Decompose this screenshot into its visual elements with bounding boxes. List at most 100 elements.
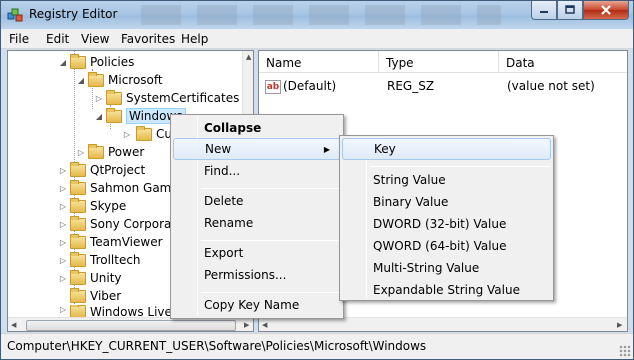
tree-item-label: Microsoft [108, 73, 163, 87]
column-header-type[interactable]: Type [379, 51, 499, 73]
tree-item-teamviewer[interactable]: ▷ TeamViewer [60, 233, 163, 251]
scroll-left-icon[interactable]: ◀ [262, 321, 267, 329]
collapsed-arrow-icon[interactable]: ▷ [122, 130, 132, 139]
collapsed-arrow-icon[interactable]: ▷ [58, 238, 68, 247]
collapsed-arrow-icon[interactable]: ▷ [58, 184, 68, 193]
menu-item-export[interactable]: Export [173, 242, 341, 264]
list-horizontal-scrollbar[interactable]: ◀ ▶ [259, 317, 627, 331]
column-header-data[interactable]: Data [499, 51, 627, 73]
menu-edit[interactable]: Edit [46, 32, 69, 46]
tree-item-sahmon-gam[interactable]: ▷ Sahmon Gam [60, 179, 171, 197]
menu-bar: File Edit View Favorites Help [1, 29, 633, 49]
string-value-icon: ab [265, 79, 281, 94]
folder-icon [70, 197, 86, 213]
folder-icon [70, 179, 86, 195]
value-name-cell[interactable]: ab (Default) [265, 79, 336, 94]
column-header-name[interactable]: Name [259, 51, 379, 73]
folder-icon [70, 161, 86, 177]
folder-icon [70, 251, 86, 267]
menu-item-new[interactable]: New ▶ [173, 138, 341, 160]
expanded-arrow-icon[interactable]: ◢ [76, 76, 86, 85]
submenu-item-expandable-string-value[interactable]: Expandable String Value [342, 279, 551, 301]
menu-separator [201, 240, 339, 241]
close-button[interactable] [583, 1, 629, 20]
minimize-button[interactable] [531, 1, 557, 20]
tree-item-label: Policies [90, 55, 135, 69]
submenu-item-string-value[interactable]: String Value [342, 169, 551, 191]
collapsed-arrow-icon[interactable]: ▷ [76, 148, 86, 157]
tree-item-unity[interactable]: ▷ Unity [60, 269, 122, 287]
tree-item-cu[interactable]: ▷ Cu [114, 125, 172, 143]
tree-item-label: TeamViewer [90, 235, 163, 249]
folder-icon [70, 305, 86, 317]
tree-item-viber[interactable]: Viber [60, 287, 121, 305]
tree-item-label: QtProject [90, 163, 146, 177]
collapsed-arrow-icon[interactable]: ▷ [58, 202, 68, 211]
collapsed-arrow-icon[interactable]: ▷ [58, 166, 68, 175]
collapsed-arrow-icon[interactable]: ▷ [58, 256, 68, 265]
menu-view[interactable]: View [81, 32, 109, 46]
resize-grip-icon[interactable] [619, 345, 631, 357]
tree-item-trolltech[interactable]: ▷ Trolltech [60, 251, 141, 269]
tree-item-label: Windows Live [90, 305, 172, 317]
submenu-arrow-icon: ▶ [323, 144, 330, 154]
menu-favorites[interactable]: Favorites [121, 32, 175, 46]
maximize-icon [565, 5, 575, 14]
menu-item-permissions[interactable]: Permissions... [173, 264, 341, 286]
scroll-right-icon[interactable]: ▶ [244, 321, 249, 329]
window-title: Registry Editor [29, 7, 118, 21]
scroll-left-icon[interactable]: ◀ [11, 321, 16, 329]
menu-item-collapse[interactable]: Collapse [173, 117, 341, 139]
scrollbar-thumb[interactable] [26, 320, 236, 331]
menu-item-copy-key-name[interactable]: Copy Key Name [173, 294, 341, 316]
submenu-item-binary-value[interactable]: Binary Value [342, 191, 551, 213]
collapsed-arrow-icon[interactable]: ▷ [58, 274, 68, 283]
tree-item-label: Power [108, 145, 145, 159]
value-type-cell: REG_SZ [387, 79, 435, 93]
menu-item-delete[interactable]: Delete [173, 190, 341, 212]
tree-item-qtproject[interactable]: ▷ QtProject [60, 161, 145, 179]
tree-context-menu: Collapse New ▶ Find... Delete Rename Exp… [170, 114, 344, 319]
tree-item-power[interactable]: ▷ Power [78, 143, 144, 161]
close-icon [601, 5, 611, 15]
tree-item-skype[interactable]: ▷ Skype [60, 197, 126, 215]
menu-separator [201, 188, 339, 189]
menu-item-rename[interactable]: Rename [173, 212, 341, 234]
tree-horizontal-scrollbar[interactable]: ◀ ▶ [8, 317, 253, 331]
status-key-path: Computer\HKEY_CURRENT_USER\Software\Poli… [7, 339, 427, 353]
tree-item-systemcertificates[interactable]: ▷ SystemCertificates [96, 89, 239, 107]
collapsed-arrow-icon[interactable]: ▷ [94, 94, 104, 103]
tree-item-label: SystemCertificates [126, 91, 240, 105]
menu-separator [370, 166, 550, 167]
submenu-item-dword-value[interactable]: DWORD (32-bit) Value [342, 213, 551, 235]
expanded-arrow-icon[interactable]: ◢ [94, 112, 104, 121]
scroll-right-icon[interactable]: ▶ [617, 321, 622, 329]
registry-cubes-icon [7, 8, 23, 22]
tree-item-policies[interactable]: ◢ Policies [60, 53, 134, 71]
expanded-arrow-icon[interactable]: ◢ [58, 58, 68, 67]
submenu-item-key[interactable]: Key [342, 138, 551, 160]
menu-help[interactable]: Help [181, 32, 208, 46]
collapsed-arrow-icon[interactable]: ▷ [58, 220, 68, 229]
tree-item-label: Viber [90, 289, 122, 303]
collapsed-arrow-icon[interactable]: ▷ [60, 305, 68, 314]
menu-item-find[interactable]: Find... [173, 160, 341, 182]
folder-icon [88, 143, 104, 159]
submenu-item-qword-value[interactable]: QWORD (64-bit) Value [342, 235, 551, 257]
folder-icon [70, 269, 86, 285]
submenu-item-multi-string-value[interactable]: Multi-String Value [342, 257, 551, 279]
menu-file[interactable]: File [9, 32, 29, 46]
scroll-up-icon[interactable]: ▲ [246, 53, 251, 61]
tree-item-windows-live[interactable]: ▷ Windows Live [60, 305, 172, 317]
tree-item-sony-corporat[interactable]: ▷ Sony Corporat [60, 215, 176, 233]
value-name: (Default) [283, 79, 337, 93]
tree-item-microsoft[interactable]: ◢ Microsoft [78, 71, 163, 89]
folder-icon [70, 215, 86, 231]
title-bar[interactable]: Registry Editor [1, 1, 633, 29]
folder-open-icon [70, 53, 86, 69]
maximize-button[interactable] [557, 1, 583, 20]
tree-item-label: Sony Corporat [90, 217, 177, 231]
folder-icon [136, 125, 152, 141]
folder-icon [70, 233, 86, 249]
background-toolbar-ghost [141, 5, 501, 25]
